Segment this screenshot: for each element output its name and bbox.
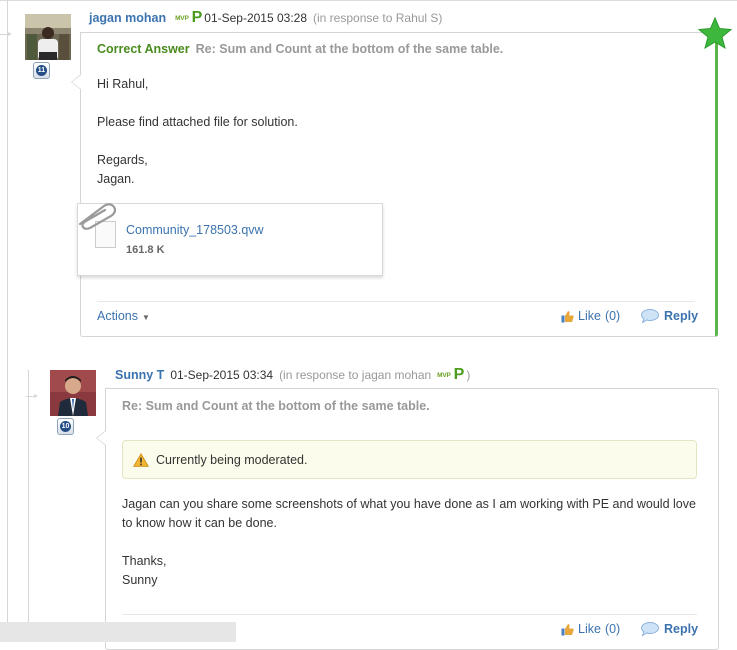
author-link[interactable]: jagan mohan [89,11,166,25]
avatar[interactable] [25,14,71,60]
in-response-link[interactable]: (in response to jagan mohan [279,368,431,382]
like-label: Like [578,309,601,323]
like-button[interactable]: Like (0) [561,309,620,323]
body-line: Regards, [97,153,148,167]
like-count: (0) [604,622,621,636]
level-badge: 10 [57,418,74,435]
post-meta: Sunny T 01-Sep-2015 03:34 (in response t… [115,367,470,383]
subject-line: Re: Sum and Count at the bottom of the s… [122,399,430,413]
avatar-photo-icon [25,14,71,60]
caret-down-icon: ▼ [142,313,150,322]
post-subject-link[interactable]: Re: Sum and Count at the bottom of the s… [122,399,430,413]
mvp-icon: MVP [175,14,189,22]
like-button[interactable]: Like (0) [561,622,620,636]
reply-label: Reply [664,309,699,323]
thread-line [7,0,8,642]
reply-button[interactable]: Reply [641,309,698,323]
avatar[interactable] [50,370,96,416]
author-link[interactable]: Sunny T [115,368,164,382]
actions-divider [122,614,697,615]
subject-line: Correct Answer Re: Sum and Count at the b… [97,42,503,56]
partner-icon: P [453,366,465,383]
partner-icon: P [191,9,203,26]
paperclip-icon [78,203,117,230]
reply-label: Reply [664,622,699,636]
level-badge: 11 [33,62,50,79]
correct-answer-label: Correct Answer [97,42,190,56]
top-rule [0,0,737,1]
speech-bubble-icon [641,622,659,636]
body-line: Jagan. [97,172,135,186]
reply-button[interactable]: Reply [641,622,698,636]
attachment-link[interactable]: Community_178503.qvw [126,223,264,237]
attachment-size: 161.8 K [126,244,165,256]
speech-bubble-icon [641,309,659,323]
thread-line-nested [28,370,29,642]
correct-answer-star-icon [698,17,732,49]
in-response-link[interactable]: (in response to Rahul S) [313,11,442,25]
warning-icon [133,452,149,467]
body-line: Thanks, [122,554,167,568]
avatar-photo-icon [50,370,96,416]
in-response-close: ) [466,368,471,382]
post-body: Jagan can you share some screenshots of … [122,495,707,590]
moderation-notice: Currently being moderated. [122,440,697,479]
post-date: 01-Sep-2015 03:34 [170,368,274,382]
actions-menu[interactable]: Actions ▼ [97,309,150,323]
mvp-icon: MVP [437,371,451,379]
moderation-text: Currently being moderated. [156,452,308,467]
actions-divider [97,301,695,302]
thumbs-up-icon [561,310,574,322]
bubble-notch [96,430,106,446]
horizontal-scrollbar[interactable] [0,622,236,642]
bubble-notch [71,74,81,90]
thread-connector [0,32,12,36]
like-label: Like [578,622,601,636]
post-body: Hi Rahul, Please find attached file for … [97,75,697,189]
body-line: Sunny [122,573,158,587]
post-subject-link[interactable]: Re: Sum and Count at the bottom of the s… [196,42,504,56]
body-line: Please find attached file for solution. [97,115,298,129]
level-number: 11 [36,65,47,76]
body-line: Jagan can you share some screenshots of … [122,497,696,530]
thumbs-up-icon [561,623,574,635]
thread-connector [26,394,38,398]
actions-label: Actions [97,309,138,323]
post-date: 01-Sep-2015 03:28 [204,11,308,25]
like-count: (0) [604,309,621,323]
post-meta: jagan mohan MVP P 01-Sep-2015 03:28 (in … [89,10,442,26]
body-line: Hi Rahul, [97,77,149,91]
level-number: 10 [60,421,71,432]
